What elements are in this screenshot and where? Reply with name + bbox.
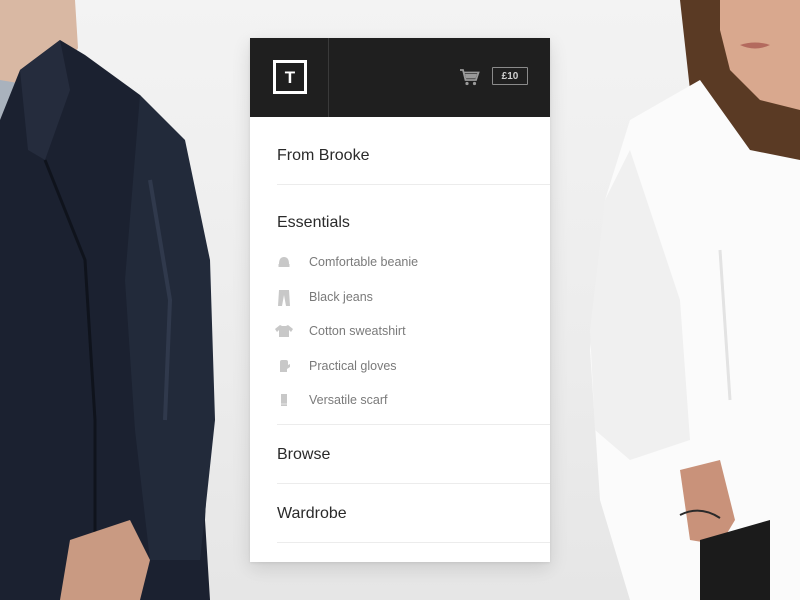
menu-section-wardrobe: Wardrobe bbox=[277, 484, 550, 543]
sweatshirt-icon bbox=[275, 324, 293, 338]
essentials-list: Comfortable beanie Black jeans Cotton sw… bbox=[275, 247, 550, 420]
essentials-item-label: Versatile scarf bbox=[309, 393, 388, 407]
logo-letter: T bbox=[284, 67, 296, 87]
beanie-icon bbox=[277, 255, 291, 269]
essentials-item-scarf[interactable]: Versatile scarf bbox=[277, 385, 550, 420]
menu-heading-essentials[interactable]: Essentials bbox=[277, 214, 350, 232]
jeans-icon bbox=[277, 289, 291, 306]
menu-item-wardrobe[interactable]: Wardrobe bbox=[277, 505, 347, 523]
cart-total: £10 bbox=[501, 70, 519, 82]
menu-section-essentials: Essentials Comfortable beanie Black jean… bbox=[275, 185, 550, 425]
essentials-item-label: Black jeans bbox=[309, 289, 373, 304]
essentials-item-jeans[interactable]: Black jeans bbox=[277, 282, 550, 317]
header-divider bbox=[328, 38, 329, 117]
essentials-item-label: Cotton sweatshirt bbox=[309, 324, 406, 338]
essentials-item-sweatshirt[interactable]: Cotton sweatshirt bbox=[275, 316, 550, 351]
menu-section-from-brooke: From Brooke bbox=[277, 117, 550, 185]
cart-icon[interactable] bbox=[459, 68, 481, 86]
menu-section-browse: Browse bbox=[277, 425, 550, 484]
app-panel: T £10 From Brooke Essentials Comfortable… bbox=[250, 38, 550, 562]
essentials-item-label: Practical gloves bbox=[309, 358, 397, 373]
glove-icon bbox=[277, 359, 291, 373]
logo[interactable]: T bbox=[273, 60, 307, 94]
background-photo-blouse bbox=[570, 0, 800, 600]
essentials-item-beanie[interactable]: Comfortable beanie bbox=[277, 247, 550, 282]
cart-total-badge[interactable]: £10 bbox=[492, 67, 528, 85]
essentials-item-gloves[interactable]: Practical gloves bbox=[277, 351, 550, 386]
background-photo-jacket bbox=[0, 0, 240, 600]
menu-item-browse[interactable]: Browse bbox=[277, 446, 330, 464]
top-bar: T £10 bbox=[250, 38, 550, 117]
essentials-item-label: Comfortable beanie bbox=[309, 255, 419, 269]
side-menu: From Brooke Essentials Comfortable beani… bbox=[250, 117, 550, 543]
menu-item-from-brooke[interactable]: From Brooke bbox=[277, 147, 369, 165]
scarf-icon bbox=[277, 393, 291, 407]
